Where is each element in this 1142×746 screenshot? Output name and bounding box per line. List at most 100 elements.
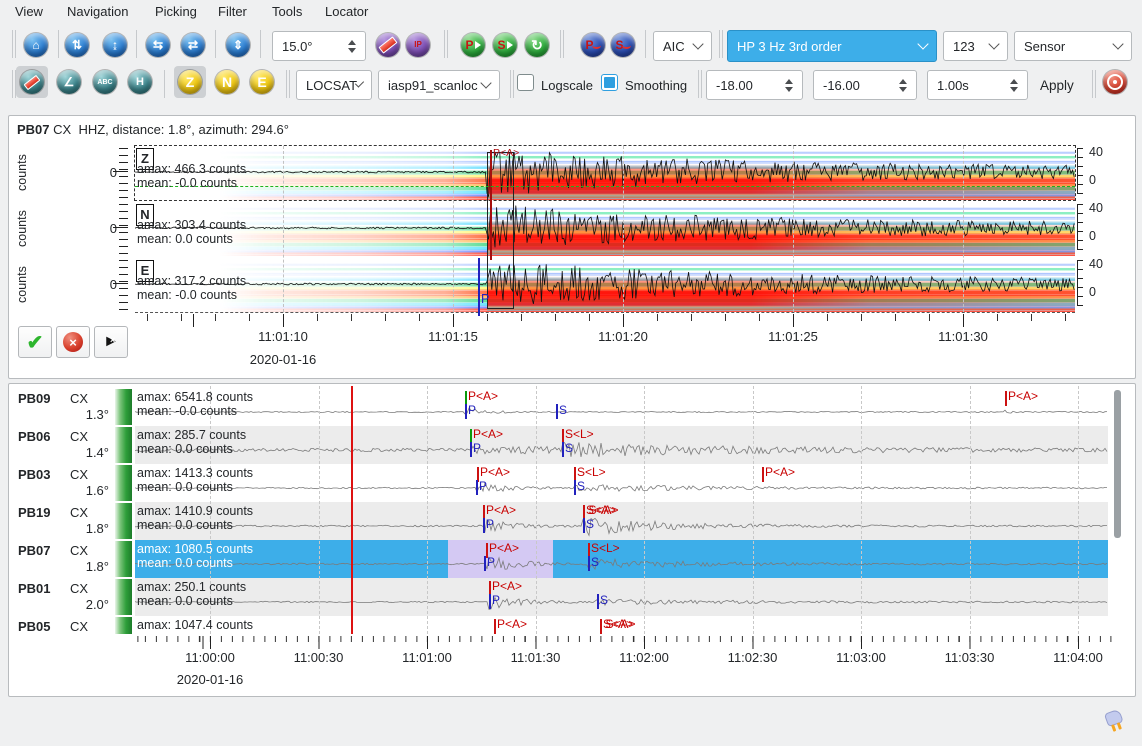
labels-tool-button[interactable]: ABC [93,70,117,94]
pick-line[interactable] [574,480,576,495]
component-z-button[interactable]: Z [174,66,206,98]
scale-combo[interactable]: 123 [943,31,1008,61]
check-icon: ✔ [27,330,44,355]
row-trace-area[interactable]: amax: 1047.4 counts P<A>S<A> [135,616,1108,634]
picker-algorithm-combo[interactable]: AIC [653,31,712,61]
show-s-picks-button[interactable]: S [611,33,635,57]
spectrum-high-spinbox[interactable]: -16.00 [813,70,917,100]
reject-button[interactable]: × [56,326,90,358]
goto-next-p-button[interactable]: P [461,33,485,57]
angle-tool-button[interactable]: ∠ [57,70,81,94]
station-row-pb01[interactable]: PB01 CX 2.0° amax: 250.1 counts mean: 0.… [9,578,1133,616]
ip-tool-button[interactable]: IP [406,33,430,57]
apply-button[interactable]: Apply [1040,78,1074,93]
pick-line[interactable] [484,556,486,571]
pick-line[interactable] [588,556,590,571]
pick-line[interactable] [465,404,467,419]
pick-line[interactable] [476,480,478,495]
menu-picking[interactable]: Picking [155,4,197,19]
row-trace-area[interactable]: amax: 250.1 counts mean: 0.0 counts P<A>… [135,578,1108,616]
spin-up-icon[interactable] [1010,79,1018,84]
row-trace-area[interactable]: amax: 1080.5 counts mean: 0.0 counts P<A… [135,540,1108,578]
spin-up-icon[interactable] [899,79,907,84]
spectrum-low-spinbox[interactable]: -18.00 [706,70,803,100]
spin-down-icon[interactable] [1010,87,1018,92]
menu-locator[interactable]: Locator [325,4,368,19]
locate-button[interactable] [1103,70,1127,94]
p-pick-line[interactable] [490,150,492,260]
pick-line[interactable] [597,594,599,609]
row-trace-area[interactable]: amax: 285.7 counts mean: 0.0 counts P<A>… [135,426,1108,464]
logscale-label[interactable]: Logscale [541,78,593,93]
pick-line[interactable] [583,518,585,533]
spin-down-icon[interactable] [785,87,793,92]
spinner-buttons[interactable] [785,79,793,92]
filter-combo[interactable]: HP 3 Hz 3rd order [727,30,937,62]
logscale-checkbox[interactable] [517,74,534,91]
menu-navigation[interactable]: Navigation [67,4,128,19]
station-row-pb05[interactable]: PB05 CX amax: 1047.4 counts P<A>S<A> [9,616,1133,634]
spinner-buttons[interactable] [1010,79,1018,92]
station-row-pb09[interactable]: PB09 CX 1.3° amax: 6541.8 counts mean: -… [9,388,1133,426]
row-trace-area[interactable]: amax: 1410.9 counts mean: 0.0 counts P<A… [135,502,1108,540]
time-step-spinbox[interactable]: 1.00s [927,70,1028,100]
station-row-pb06[interactable]: PB06 CX 1.4° amax: 285.7 counts mean: 0.… [9,426,1133,464]
reset-zoom-button[interactable]: ⇕ [226,33,250,57]
row-trace-area[interactable]: amax: 6541.8 counts mean: -0.0 counts P<… [135,388,1108,426]
measure-tool-button[interactable] [376,33,400,57]
rotation-spinbox[interactable]: 15.0° [272,31,366,61]
pick-line[interactable] [1005,391,1007,406]
menu-tools[interactable]: Tools [272,4,302,19]
pick-line[interactable] [489,594,491,609]
station-code: PB07 [17,122,50,137]
show-p-picks-button[interactable]: P [581,33,605,57]
amplitude-normalize-button[interactable]: ↨ [103,33,127,57]
spin-up-icon[interactable] [348,40,356,45]
unit-combo[interactable]: Sensor [1014,31,1132,61]
spacing-tool-button[interactable]: H [128,70,152,94]
pick-line[interactable] [470,442,472,457]
unit-value: Sensor [1024,39,1065,54]
menu-filter[interactable]: Filter [218,4,247,19]
skip-button[interactable]: ►× [94,326,128,358]
spin-down-icon[interactable] [348,48,356,53]
measure-mode-button[interactable] [16,66,48,98]
time-gridline [793,146,794,312]
chevron-down-icon [480,77,491,88]
pick-line[interactable] [600,619,602,634]
trace-z[interactable]: Z amax: 466.3 counts mean: -0.0 counts [135,146,1075,200]
menu-view[interactable]: View [15,4,43,19]
pick-line[interactable] [556,404,558,419]
component-n-button[interactable]: N [215,70,239,94]
spinner-buttons[interactable] [348,40,356,53]
station-row-pb03[interactable]: PB03 CX 1.6° amax: 1413.3 counts mean: 0… [9,464,1133,502]
trace-n[interactable]: N amax: 303.4 counts mean: 0.0 counts [135,202,1075,256]
smoothing-checkbox[interactable] [601,74,618,91]
spinner-buttons[interactable] [899,79,907,92]
pick-line[interactable] [494,619,496,634]
locator-combo[interactable]: LOCSAT [296,70,372,100]
spin-up-icon[interactable] [785,79,793,84]
relocate-button[interactable]: ↻ [525,33,549,57]
time-tick-label: 11:02:00 [619,650,669,665]
accept-button[interactable]: ✔ [18,326,52,358]
smoothing-label[interactable]: Smoothing [625,78,687,93]
time-zoom-out-button[interactable]: ⇆ [146,33,170,57]
home-view-button[interactable]: ⌂ [24,33,48,57]
time-zoom-in-button[interactable]: ⇄ [181,33,205,57]
goto-next-s-button[interactable]: S [493,33,517,57]
amplitude-zoom-button[interactable]: ⇅ [65,33,89,57]
station-row-pb07-selected[interactable]: PB07 CX 1.8° amax: 1080.5 counts mean: 0… [9,540,1133,578]
station-row-pb19[interactable]: PB19 CX 1.8° amax: 1410.9 counts mean: 0… [9,502,1133,540]
pick-line[interactable] [483,518,485,533]
station-code: PB03 [18,467,51,482]
row-trace-area[interactable]: amax: 1413.3 counts mean: 0.0 counts P<A… [135,464,1108,502]
spin-down-icon[interactable] [899,87,907,92]
vertical-scrollbar[interactable] [1114,390,1121,538]
p-manual-pick-line[interactable] [478,258,480,316]
component-e-button[interactable]: E [250,70,274,94]
pick-line[interactable] [562,442,564,457]
profile-combo[interactable]: iasp91_scanloc [378,70,500,100]
pick-line[interactable] [762,467,764,482]
trace-e[interactable]: E amax: 317.2 counts mean: -0.0 counts [135,258,1075,313]
